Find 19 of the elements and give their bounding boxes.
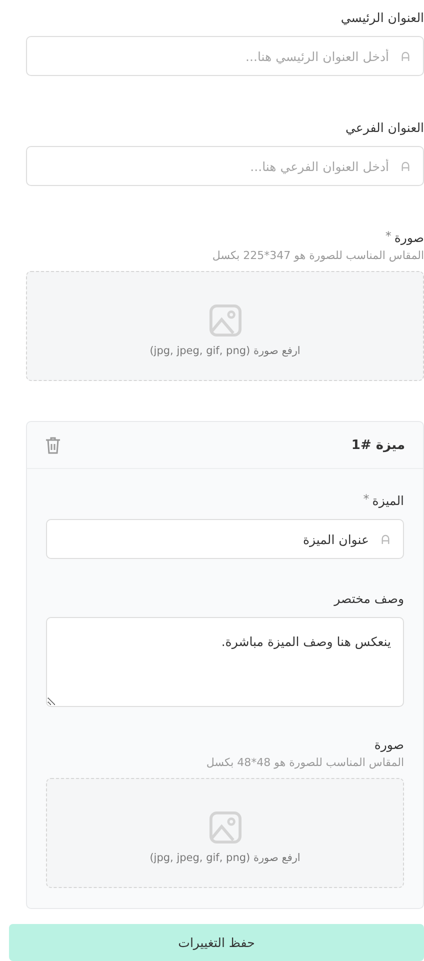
upload-area[interactable]: ارفع صورة (jpg, jpeg, gif, png) — [26, 271, 424, 381]
image-icon — [208, 304, 242, 336]
delete-button[interactable] — [45, 436, 61, 454]
input-field[interactable]: عنوان الميزة — [46, 519, 404, 559]
image-icon — [208, 810, 242, 844]
field-hint: المقاس المناسب للصورة هو 48*48 بكسل — [206, 755, 404, 770]
field-hint: المقاس المناسب للصورة هو 347*225 بكسل — [212, 248, 424, 263]
upload-area[interactable]: ارفع صورة (jpg, jpeg, gif, png) — [46, 778, 404, 888]
field-label: صورة — [374, 736, 404, 754]
field-label: العنوان الرئيسي — [340, 9, 424, 27]
required-mark: * — [363, 491, 370, 507]
save-button[interactable]: حفظ التغييرات — [9, 924, 424, 961]
field-label: وصف مختصر — [334, 590, 404, 608]
required-mark: * — [385, 228, 392, 244]
card-title: ميزة #1 — [351, 438, 405, 452]
textarea-field[interactable]: ينعكس هنا وصف الميزة مباشرة. — [46, 617, 404, 707]
field-label: الميزة — [372, 492, 404, 510]
field-label: صورة — [394, 229, 424, 247]
field-label: العنوان الفرعي — [345, 119, 424, 137]
